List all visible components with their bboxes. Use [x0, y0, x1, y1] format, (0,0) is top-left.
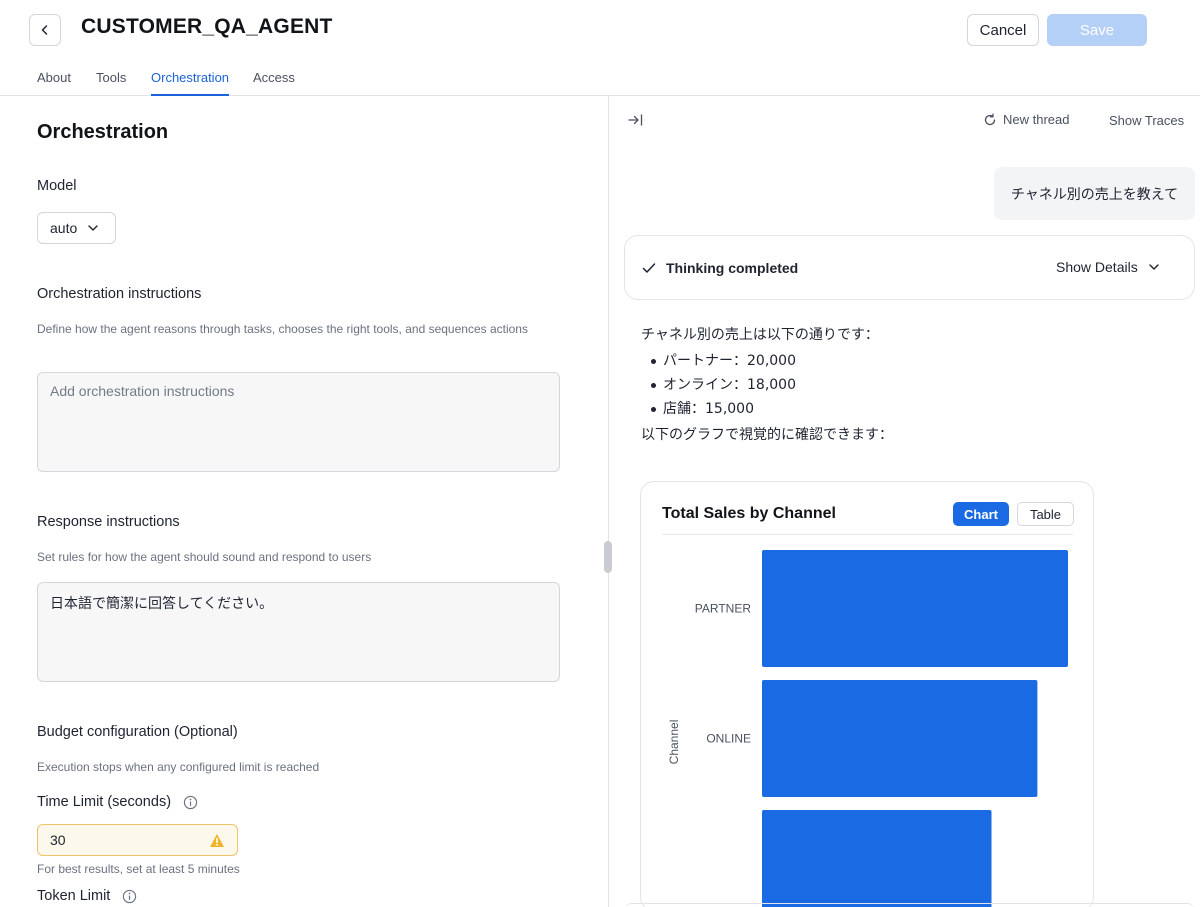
- new-thread-label: New thread: [1003, 112, 1070, 127]
- y-axis-title: Channel: [667, 720, 681, 765]
- list-item: 店舗：15,000: [641, 397, 1181, 421]
- response-instructions-label: Response instructions: [37, 514, 180, 530]
- check-icon: [642, 263, 656, 273]
- tab-orchestration[interactable]: Orchestration: [151, 70, 230, 96]
- thinking-card: Thinking completed Show Details: [624, 235, 1195, 300]
- chart-title: Total Sales by Channel: [662, 505, 836, 522]
- y-tick-label: ONLINE: [706, 732, 751, 746]
- token-limit-label-row: Token Limit: [37, 888, 137, 904]
- response-instructions-input[interactable]: 日本語で簡潔に回答してください。: [37, 582, 560, 682]
- bar[interactable]: [762, 810, 992, 907]
- time-limit-warning: For best results, set at least 5 minutes: [37, 862, 240, 876]
- tab-tools[interactable]: Tools: [96, 70, 126, 96]
- chart-view-button[interactable]: Chart: [953, 502, 1009, 526]
- answer-intro: チャネル別の売上は以下の通りです：: [641, 327, 879, 343]
- assistant-answer: チャネル別の売上は以下の通りです： パートナー：20,000 オンライン：18,…: [641, 323, 1181, 447]
- model-label: Model: [37, 178, 77, 194]
- time-limit-label: Time Limit (seconds): [37, 794, 172, 810]
- list-item: オンライン：18,000: [641, 373, 1181, 397]
- chart-divider: [662, 534, 1073, 535]
- section-heading: Orchestration: [37, 121, 169, 143]
- show-traces-button[interactable]: Show Traces: [1109, 113, 1184, 128]
- time-limit-value: 30: [50, 832, 66, 848]
- time-limit-input[interactable]: 30: [37, 824, 238, 856]
- tab-bar: About Tools Orchestration Access: [0, 60, 1200, 96]
- back-button[interactable]: [29, 14, 61, 46]
- show-details-button[interactable]: Show Details: [1056, 259, 1160, 275]
- info-icon[interactable]: [122, 889, 137, 904]
- tab-access[interactable]: Access: [253, 70, 295, 96]
- show-details-label: Show Details: [1056, 259, 1138, 275]
- info-icon[interactable]: [183, 795, 198, 810]
- settings-panel: Orchestration Model auto Orchestration i…: [0, 97, 608, 907]
- page-title: CUSTOMER_QA_AGENT: [81, 15, 333, 38]
- collapse-panel-icon[interactable]: [628, 113, 644, 127]
- chart-card: Total Sales by Channel Chart Table Chann…: [640, 481, 1094, 907]
- thinking-status: Thinking completed: [666, 260, 799, 276]
- save-button[interactable]: Save: [1047, 14, 1147, 46]
- composer-edge: [624, 903, 1195, 907]
- y-tick-label: PARTNER: [695, 602, 752, 616]
- warning-icon: [210, 834, 224, 847]
- refresh-icon: [984, 113, 996, 125]
- orchestration-instructions-label: Orchestration instructions: [37, 286, 202, 302]
- bar[interactable]: [762, 680, 1038, 797]
- model-value: auto: [50, 220, 78, 236]
- new-thread-button[interactable]: New thread: [983, 112, 1069, 127]
- model-select[interactable]: auto: [37, 212, 116, 244]
- budget-label: Budget configuration (Optional): [37, 724, 238, 740]
- bar-chart: Channel PARTNER ONLINE: [667, 550, 1068, 907]
- orchestration-instructions-hint: Define how the agent reasons through tas…: [37, 322, 528, 336]
- tab-about[interactable]: About: [37, 70, 71, 96]
- answer-outro: 以下のグラフで視覚的に確認できます：: [641, 427, 893, 443]
- chevron-down-icon: [1149, 264, 1159, 270]
- chat-panel: New thread Show Traces チャネル別の売上を教えて Thin…: [609, 97, 1200, 907]
- cancel-button[interactable]: Cancel: [967, 14, 1039, 46]
- user-message: チャネル別の売上を教えて: [994, 167, 1195, 220]
- chevron-left-icon: [41, 25, 48, 35]
- answer-list: パートナー：20,000 オンライン：18,000 店舗：15,000: [641, 349, 1181, 421]
- response-instructions-hint: Set rules for how the agent should sound…: [37, 550, 372, 564]
- time-limit-label-row: Time Limit (seconds): [37, 794, 198, 810]
- table-view-button[interactable]: Table: [1017, 502, 1074, 526]
- list-item: パートナー：20,000: [641, 349, 1181, 373]
- budget-hint: Execution stops when any configured limi…: [37, 760, 320, 774]
- orchestration-instructions-input[interactable]: Add orchestration instructions: [37, 372, 560, 472]
- token-limit-label: Token Limit: [37, 888, 111, 904]
- bar[interactable]: [762, 550, 1068, 667]
- top-bar: CUSTOMER_QA_AGENT Cancel Save: [0, 0, 1200, 60]
- chevron-down-icon: [88, 225, 98, 231]
